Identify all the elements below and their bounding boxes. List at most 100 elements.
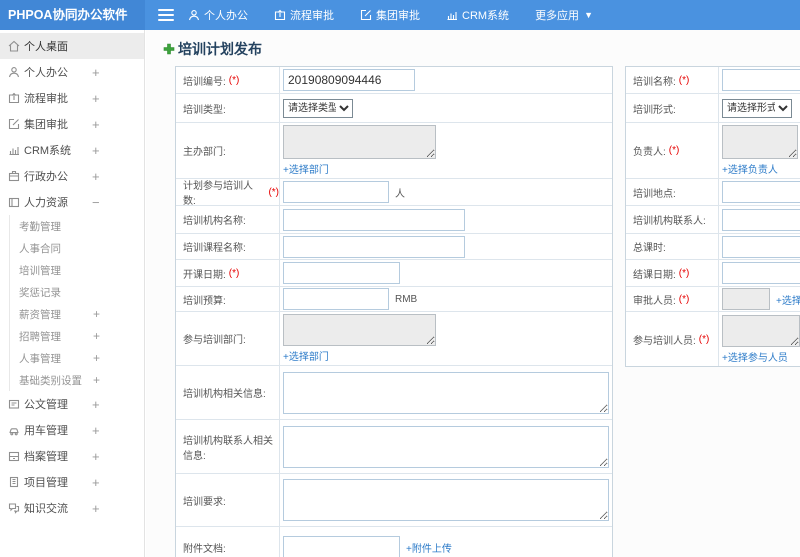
sidebar-item-archive[interactable]: 档案管理 +: [0, 443, 144, 469]
sidebar-subitem-training[interactable]: 培训管理: [10, 259, 144, 281]
sidebar-subitem-personnel[interactable]: 人事管理 +: [10, 347, 144, 369]
course-name-input[interactable]: [283, 235, 465, 258]
expand-icon[interactable]: +: [92, 397, 100, 412]
sidebar-item-personal-office[interactable]: 个人办公 +: [0, 59, 144, 85]
expand-icon[interactable]: +: [93, 307, 100, 321]
sidebar-subitem-reward-record[interactable]: 奖惩记录: [10, 281, 144, 303]
topnav-more-apps[interactable]: 更多应用 ▼: [535, 7, 593, 23]
sidebar-subitem-attendance[interactable]: 考勤管理: [10, 215, 144, 237]
sidebar-item-vehicle[interactable]: 用车管理 +: [0, 417, 144, 443]
field-label: 总课时:: [633, 243, 666, 254]
sidebar-subitem-hr-contract[interactable]: 人事合同: [10, 237, 144, 259]
org-info-textarea[interactable]: [283, 371, 609, 414]
topnav-personal-office[interactable]: 个人办公: [188, 7, 248, 23]
field-label: 结课日期:: [633, 269, 676, 281]
expand-icon[interactable]: +: [92, 423, 100, 438]
sidebar-subitem-salary[interactable]: 薪资管理 +: [10, 303, 144, 325]
approver-input[interactable]: [722, 288, 770, 310]
field-label: 培训课程名称:: [183, 243, 246, 254]
project-icon: [8, 476, 20, 488]
form-right-table: 培训名称: (*) 培训形式: 请选择形式 负责人: (*) +选择负责人 培训地点…: [625, 66, 800, 367]
hamburger-menu-icon[interactable]: [158, 6, 174, 24]
expand-icon[interactable]: +: [92, 117, 100, 132]
total-hours-input[interactable]: [722, 235, 800, 258]
app-logo: PHPOA协同办公软件: [0, 0, 145, 30]
sidebar-subitem-recruit[interactable]: 招聘管理 +: [10, 325, 144, 347]
form-row-total-hours: 总课时:: [626, 234, 800, 260]
expand-icon[interactable]: +: [93, 373, 100, 387]
sidebar-item-label: 个人桌面: [24, 41, 68, 53]
expand-icon[interactable]: +: [92, 91, 100, 106]
budget-input[interactable]: [283, 288, 389, 310]
training-requirements-textarea[interactable]: [283, 479, 609, 521]
field-label: 培训编号:: [183, 76, 226, 88]
top-header: PHPOA协同办公软件 个人办公 流程审批 集团审批 CRM系统 更多应用 ▼: [0, 0, 800, 30]
edit-icon: [360, 9, 372, 21]
expand-icon[interactable]: +: [92, 143, 100, 158]
sidebar-item-official-doc[interactable]: 公文管理 +: [0, 391, 144, 417]
sidebar-subitem-label: 考勤管理: [19, 220, 61, 233]
expand-icon[interactable]: +: [92, 501, 100, 516]
sidebar-item-group-approval[interactable]: 集团审批 +: [0, 111, 144, 137]
topnav-crm[interactable]: CRM系统: [446, 7, 509, 23]
chat-icon: [8, 502, 20, 514]
expand-icon[interactable]: +: [92, 475, 100, 490]
org-contact-info-textarea[interactable]: [283, 425, 609, 468]
attachment-upload-link[interactable]: +附件上传: [406, 540, 452, 555]
expand-icon[interactable]: +: [92, 65, 100, 80]
select-leader-link[interactable]: +选择负责人: [722, 161, 778, 176]
sidebar-item-label: 流程审批: [24, 93, 68, 105]
training-location-input[interactable]: [722, 181, 800, 203]
expand-icon[interactable]: +: [93, 351, 100, 365]
select-dept-link[interactable]: +选择部门: [283, 348, 329, 363]
training-org-name-input[interactable]: [283, 208, 465, 231]
form-left-table: 培训编号:(*) 培训类型: 请选择类型 主办部门: +选择部门 计划参与培训人…: [175, 66, 613, 557]
host-dept-textarea[interactable]: [283, 125, 436, 159]
chart-icon: [8, 144, 20, 156]
training-form-select[interactable]: 请选择形式: [722, 98, 792, 118]
required-marker: (*): [668, 145, 680, 156]
topnav-label: 个人办公: [204, 10, 248, 22]
field-label: 培训机构相关信息:: [183, 389, 266, 400]
sidebar-item-label: 个人办公: [24, 67, 68, 79]
select-participants-link[interactable]: +选择参与人员: [722, 349, 788, 364]
select-dept-link[interactable]: +选择部门: [283, 161, 329, 176]
participate-dept-textarea[interactable]: [283, 314, 436, 346]
select-approver-link[interactable]: +选择审批人员: [776, 292, 800, 307]
form-row-end-date: 结课日期: (*): [626, 260, 800, 287]
sidebar-item-admin-office[interactable]: 行政办公 +: [0, 163, 144, 189]
training-name-input[interactable]: [722, 69, 800, 91]
start-date-input[interactable]: [283, 262, 400, 284]
sidebar-item-personal-desktop[interactable]: 个人桌面: [0, 33, 144, 59]
user-icon: [188, 10, 200, 21]
participants-textarea[interactable]: [722, 314, 800, 347]
sidebar-subitem-label: 招聘管理: [19, 330, 61, 343]
unit-suffix: 人: [395, 188, 405, 200]
collapse-icon[interactable]: −: [92, 195, 100, 210]
topnav-group-approval[interactable]: 集团审批: [360, 7, 420, 23]
sidebar-item-hr[interactable]: 人力资源 −: [0, 189, 144, 215]
field-label: 培训名称:: [633, 76, 676, 88]
end-date-input[interactable]: [722, 262, 800, 284]
sidebar-item-project[interactable]: 项目管理 +: [0, 469, 144, 495]
planned-participants-input[interactable]: [283, 181, 389, 203]
topnav-label: 更多应用: [535, 10, 580, 22]
sidebar-subitem-label: 基础类别设置: [19, 374, 82, 387]
expand-icon[interactable]: +: [92, 449, 100, 464]
sidebar-item-flow-approval[interactable]: 流程审批 +: [0, 85, 144, 111]
home-icon: [8, 40, 20, 52]
expand-icon[interactable]: +: [92, 169, 100, 184]
required-marker: (*): [678, 74, 690, 86]
sidebar-item-knowledge[interactable]: 知识交流 +: [0, 495, 144, 521]
sidebar-item-crm[interactable]: CRM系统 +: [0, 137, 144, 163]
training-type-select[interactable]: 请选择类型: [283, 98, 353, 118]
field-label: 负责人:: [633, 147, 666, 158]
form-row-leader: 负责人: (*) +选择负责人: [626, 123, 800, 179]
attachment-input[interactable]: [283, 536, 400, 557]
sidebar-subitem-base-category[interactable]: 基础类别设置 +: [10, 369, 144, 391]
leader-textarea[interactable]: [722, 125, 798, 159]
expand-icon[interactable]: +: [93, 329, 100, 343]
org-contact-input[interactable]: [722, 208, 800, 231]
topnav-flow-approval[interactable]: 流程审批: [274, 7, 334, 23]
training-no-input[interactable]: [283, 69, 415, 91]
